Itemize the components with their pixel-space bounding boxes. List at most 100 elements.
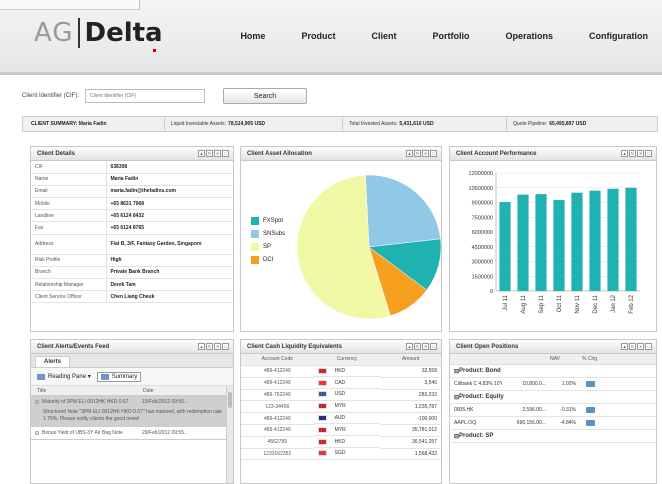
scroll-thumb[interactable] (228, 392, 232, 408)
nav-operations[interactable]: Operations (505, 31, 553, 41)
bar-jul-11[interactable] (499, 202, 511, 291)
col-amount[interactable]: Amount (380, 354, 441, 366)
panel-titlebar: Client Account Performance ▲ ↻ ✕ □ (450, 147, 656, 161)
alerts-feed-panel: Client Alerts/Events Feed ▲ ↻ ✕ □ Alerts… (30, 339, 234, 484)
table-row[interactable]: 489-412249 HKD 32,558 (241, 365, 441, 378)
position-group-header[interactable]: ⊟ Product: Equity (450, 391, 656, 404)
close-icon[interactable]: ✕ (214, 343, 221, 350)
detail-value: Maria Fadin (106, 173, 233, 186)
bar-feb-12[interactable] (625, 187, 637, 291)
position-row[interactable]: AAPL.OQ 696,156.00... -4.84% (450, 417, 656, 430)
refresh-icon[interactable]: ↻ (206, 150, 213, 157)
table-row[interactable]: 489-412249 CAD 3,546 (241, 377, 441, 390)
nav-configuration[interactable]: Configuration (589, 31, 648, 41)
search-button[interactable]: Search (223, 88, 308, 104)
currency-code: CAD (334, 379, 346, 386)
y-tick-label: 3000000 (472, 260, 493, 266)
collapse-icon[interactable]: ▲ (406, 150, 413, 157)
currency-cell: CAD (313, 377, 381, 390)
position-group-header[interactable]: ⊟ Product: SP (450, 430, 656, 443)
col-pct-chg[interactable]: % Chg (582, 356, 597, 362)
bar-dec-11[interactable] (589, 190, 601, 291)
y-tick-label: 10500000 (469, 186, 493, 192)
col-nav[interactable]: NAV (550, 356, 582, 362)
bar-jan-12[interactable] (607, 188, 619, 291)
tab-alerts[interactable]: Alerts (35, 356, 71, 367)
panel-controls: ▲ ↻ ✕ □ (405, 150, 437, 157)
alert-item[interactable]: Maturity of 3PM ELI 0012HK HKD 0.67 15/F… (31, 396, 233, 427)
collapse-icon[interactable]: ▲ (406, 343, 413, 350)
collapse-icon[interactable]: ▲ (621, 150, 628, 157)
refresh-icon[interactable]: ↻ (629, 343, 636, 350)
bar-sep-11[interactable] (535, 194, 547, 291)
refresh-icon[interactable]: ↻ (629, 150, 636, 157)
position-row[interactable]: 0005.HK 2,596.00... -0.31% (450, 404, 656, 417)
detail-label: Mobile (31, 197, 107, 211)
summary-toggle-button[interactable]: Summary (96, 371, 142, 382)
table-row[interactable]: 489-412249 MYR 35,781,012 (241, 424, 441, 437)
bar-aug-11[interactable] (517, 194, 529, 291)
x-tick-label: Sep 11 (539, 294, 545, 313)
refresh-icon[interactable]: ↻ (206, 343, 213, 350)
account-code: 4562789 (241, 436, 314, 449)
logo-delta-text: Delta (84, 18, 163, 48)
bar-nov-11[interactable] (571, 192, 583, 291)
close-icon[interactable]: ✕ (637, 150, 644, 157)
table-row[interactable]: 123-34456 MYR 1,235,787 (241, 400, 441, 414)
reading-pane-button[interactable]: Reading Pane ▾ (37, 373, 91, 380)
close-icon[interactable]: ✕ (637, 343, 644, 350)
position-nav: 10,800.0... (522, 381, 546, 387)
nav-client[interactable]: Client (371, 31, 396, 41)
refresh-icon[interactable]: ↻ (414, 343, 421, 350)
table-row[interactable]: 489-412249 AUD -100,000 (241, 412, 441, 425)
detail-action-icon[interactable] (586, 420, 595, 426)
maximize-icon[interactable]: □ (645, 343, 652, 350)
detail-label: Name (31, 173, 107, 186)
close-icon[interactable]: ✕ (422, 343, 429, 350)
y-tick-label: 1500000 (472, 274, 493, 280)
table-row[interactable]: 4562789 HKD 36,541,257 (241, 436, 441, 449)
alert-date: 29/Feb/2012 09:55... (142, 429, 189, 436)
detail-action-icon[interactable] (586, 381, 595, 387)
table-row[interactable]: 489-752249 USD 283,232 (241, 389, 441, 402)
table-row[interactable]: 1233162352 SGD 1,568,432 (241, 448, 441, 461)
app-logo[interactable]: AG Delta (34, 18, 163, 48)
detail-row: Risk Profile High (31, 254, 233, 267)
cif-search-input[interactable] (85, 89, 206, 103)
collapse-icon[interactable]: ▲ (198, 150, 205, 157)
detail-action-icon[interactable] (586, 407, 595, 413)
search-label: Client Identifier (CIF): (22, 93, 80, 99)
panel-title: Client Open Positions (456, 343, 519, 350)
maximize-icon[interactable]: □ (222, 343, 229, 350)
refresh-icon[interactable]: ↻ (414, 150, 421, 157)
collapse-icon[interactable]: ▲ (621, 343, 628, 350)
currency-code: MYR (334, 403, 346, 410)
position-group-header[interactable]: ⊟ Product: Bond (450, 365, 656, 378)
collapse-icon[interactable]: ▲ (198, 343, 205, 350)
nav-portfolio[interactable]: Portfolio (432, 31, 469, 41)
flag-icon (317, 367, 327, 374)
nav-product[interactable]: Product (301, 31, 335, 41)
summary-icon (100, 373, 109, 380)
maximize-icon[interactable]: □ (645, 150, 652, 157)
currency-code: HKD (334, 438, 346, 445)
position-change: -4.84% (560, 420, 576, 426)
pie-slice-snsubs[interactable] (365, 174, 441, 248)
close-icon[interactable]: ✕ (214, 150, 221, 157)
account-code: 489-412249 (241, 365, 314, 378)
summary-liquid-value: 78,514,905 USD (228, 121, 266, 127)
client-search: Client Identifier (CIF): Search (22, 88, 308, 104)
nav-home[interactable]: Home (240, 31, 265, 41)
bar-oct-11[interactable] (553, 200, 565, 291)
col-account-code[interactable]: Account Code (241, 354, 314, 366)
maximize-icon[interactable]: □ (222, 150, 229, 157)
alert-item[interactable]: Bonus Yield of UBS-3Y Air Bag Note 29/Fe… (31, 427, 233, 440)
maximize-icon[interactable]: □ (430, 150, 437, 157)
maximize-icon[interactable]: □ (430, 343, 437, 350)
position-row[interactable]: Citibank C 4.83% 10Y 10,800.0... 1.02% (450, 378, 656, 391)
amount: 32,558 (380, 365, 441, 378)
close-icon[interactable]: ✕ (422, 150, 429, 157)
col-currency[interactable]: Currency (313, 354, 381, 366)
alerts-scrollbar[interactable] (226, 386, 233, 483)
detail-row: CIF 638308 (31, 161, 233, 174)
